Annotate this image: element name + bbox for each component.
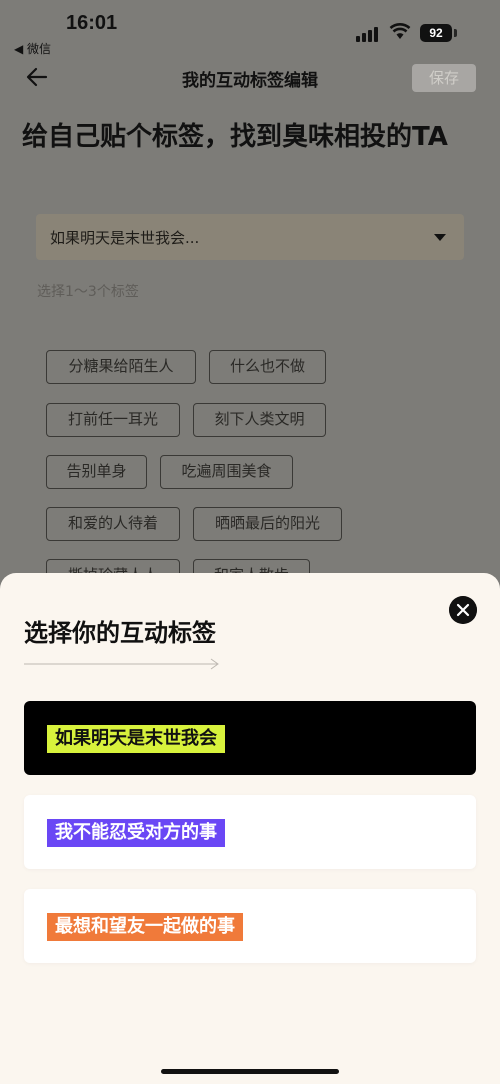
- option-label: 最想和望友一起做的事: [47, 913, 243, 941]
- navigation-bar: 我的互动标签编辑 保存: [0, 60, 500, 96]
- option-card-apocalypse[interactable]: 如果明天是末世我会: [24, 701, 476, 775]
- home-indicator: [161, 1069, 339, 1074]
- tag-chip[interactable]: 晒晒最后的阳光: [193, 507, 342, 541]
- option-card-do-together[interactable]: 最想和望友一起做的事: [24, 889, 476, 963]
- save-button[interactable]: 保存: [412, 64, 476, 92]
- battery-icon: 92: [420, 24, 452, 42]
- status-time: 16:01: [66, 12, 118, 34]
- tag-chip[interactable]: 什么也不做: [209, 350, 326, 384]
- decorative-arrow-line: [24, 658, 219, 670]
- close-icon[interactable]: [449, 596, 477, 624]
- option-label: 我不能忍受对方的事: [47, 819, 225, 847]
- tag-chip[interactable]: 告别单身: [46, 455, 147, 489]
- tag-type-bottom-sheet: 选择你的互动标签 如果明天是末世我会 我不能忍受对方的事 最想和望友一起做的事: [0, 573, 500, 1084]
- tag-chip[interactable]: 刻下人类文明: [193, 403, 326, 437]
- headline: 给自己贴个标签，找到臭味相投的TA: [22, 122, 448, 152]
- battery-tip: [454, 29, 457, 37]
- option-label: 如果明天是末世我会: [47, 725, 225, 753]
- dropdown-selected-value: 如果明天是末世我会...: [50, 229, 200, 247]
- cellular-signal-icon: [356, 26, 382, 42]
- tag-category-dropdown[interactable]: 如果明天是末世我会...: [36, 214, 464, 260]
- status-bar: 16:01 ◀ 微信 92: [0, 0, 500, 60]
- tag-chip[interactable]: 吃遍周围美食: [160, 455, 293, 489]
- selection-hint: 选择1～3个标签: [37, 284, 139, 300]
- wifi-icon: [389, 23, 411, 39]
- back-to-wechat-link[interactable]: ◀ 微信: [14, 40, 51, 57]
- option-card-cannot-stand[interactable]: 我不能忍受对方的事: [24, 795, 476, 869]
- tag-chip[interactable]: 和爱的人待着: [46, 507, 180, 541]
- caret-down-icon: [434, 234, 446, 241]
- tag-chip[interactable]: 分糖果给陌生人: [46, 350, 196, 384]
- tag-chip[interactable]: 打前任一耳光: [46, 403, 180, 437]
- sheet-title: 选择你的互动标签: [24, 619, 216, 647]
